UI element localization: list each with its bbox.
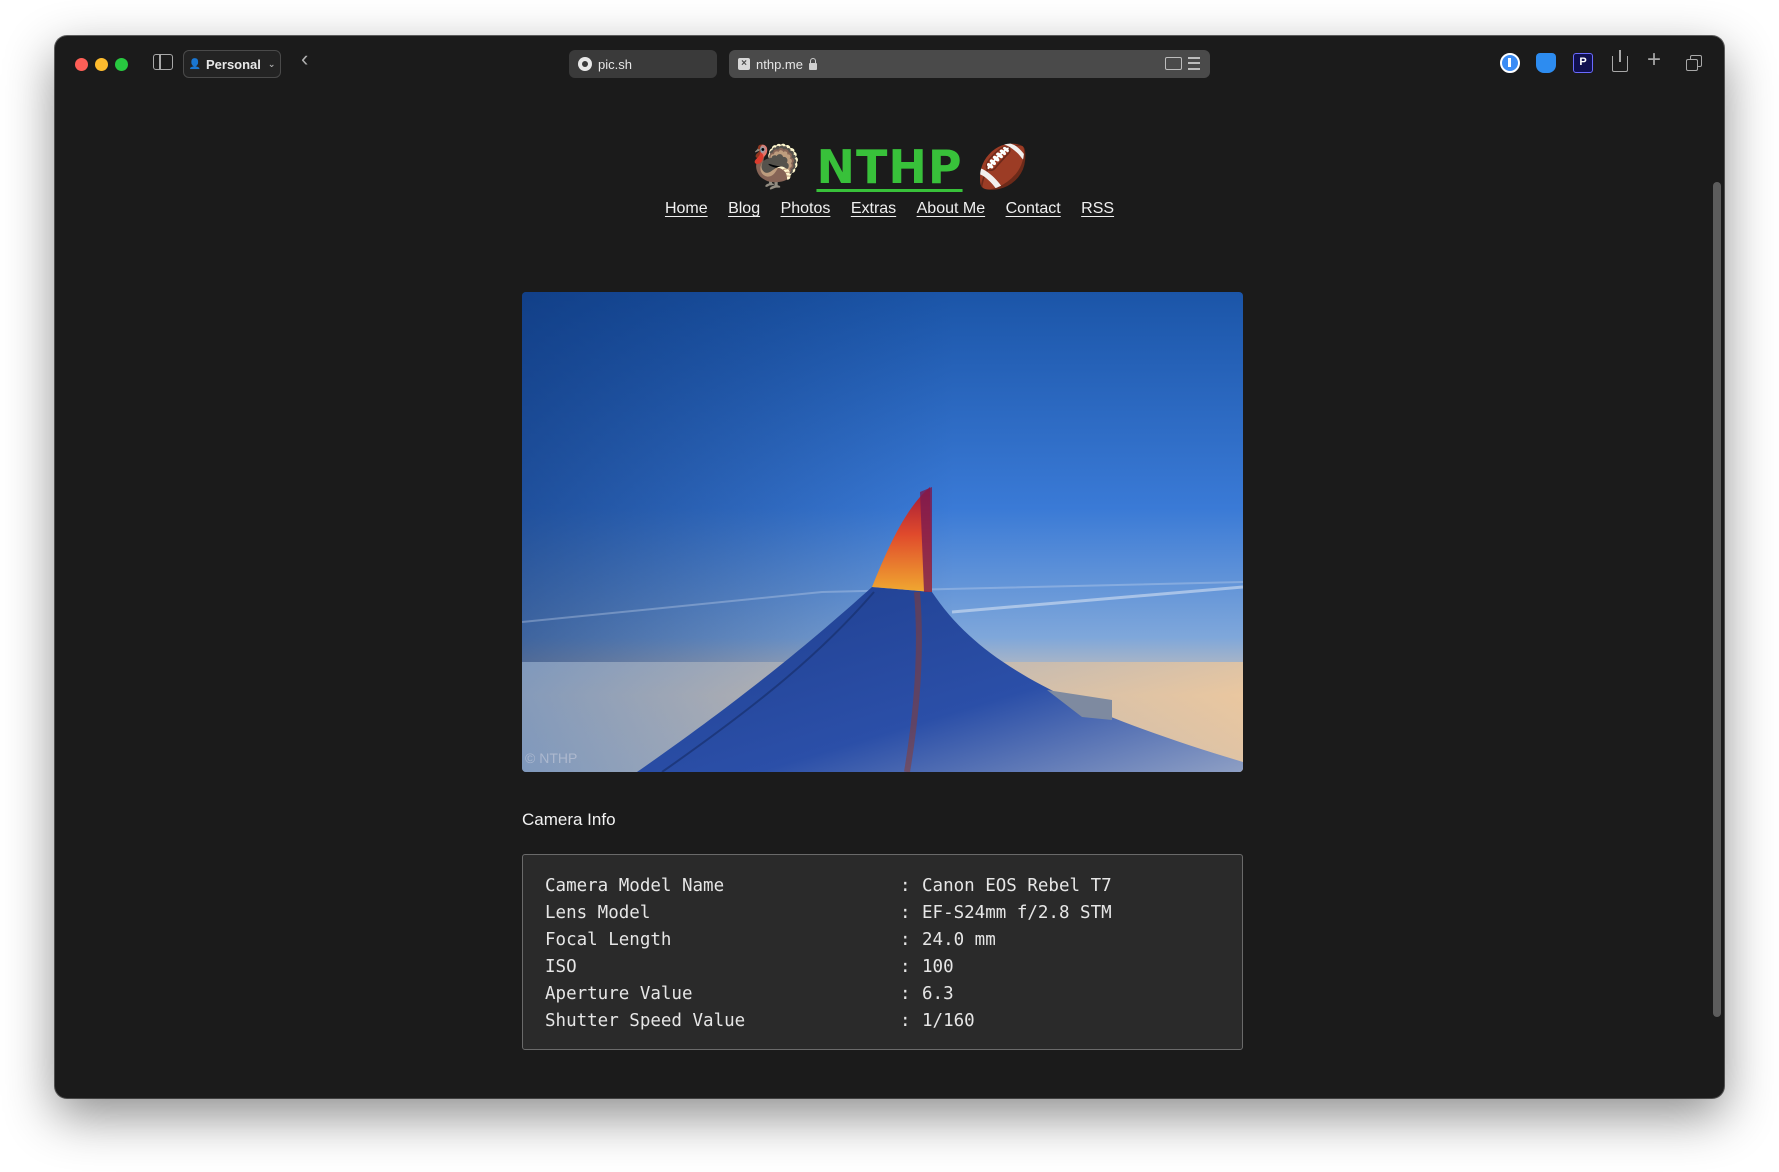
site-nav: Home Blog Photos Extras About Me Contact… bbox=[55, 200, 1724, 218]
tab-nthp-me[interactable]: × nthp.me bbox=[729, 50, 1210, 78]
camera-info-value: Canon EOS Rebel T7 bbox=[922, 876, 1112, 896]
nav-rss[interactable]: RSS bbox=[1081, 200, 1114, 217]
camera-info-value: 24.0 mm bbox=[922, 930, 996, 950]
camera-info-value: 100 bbox=[922, 957, 954, 977]
browser-toolbar: 👤 Personal ⌄ ‹ pic.sh × nthp.me P + bbox=[55, 36, 1724, 92]
camera-info-key: Aperture Value bbox=[545, 984, 693, 1004]
new-tab-icon[interactable]: + bbox=[1647, 48, 1661, 72]
airplane-wing-photo: © NTHP bbox=[522, 292, 1243, 772]
tab-pic-sh[interactable]: pic.sh bbox=[569, 50, 717, 78]
profile-label: Personal bbox=[205, 56, 261, 72]
tab-label: pic.sh bbox=[598, 56, 632, 72]
browser-window: 👤 Personal ⌄ ‹ pic.sh × nthp.me P + 🦃 NT… bbox=[55, 36, 1724, 1098]
shield-extension-icon[interactable] bbox=[1536, 53, 1556, 73]
camera-info-key: Camera Model Name bbox=[545, 876, 725, 896]
tab-label: nthp.me bbox=[756, 56, 803, 72]
nav-contact[interactable]: Contact bbox=[1006, 200, 1061, 217]
p-extension-icon[interactable]: P bbox=[1573, 53, 1593, 73]
camera-info-row: Focal Length:24.0 mm bbox=[545, 927, 1220, 954]
password-manager-extension-icon[interactable] bbox=[1500, 53, 1520, 73]
github-icon bbox=[578, 57, 592, 71]
camera-info-row: Aperture Value:6.3 bbox=[545, 981, 1220, 1008]
back-arrow-icon[interactable]: ‹ bbox=[301, 48, 308, 70]
nav-extras[interactable]: Extras bbox=[851, 200, 896, 217]
translate-icon[interactable] bbox=[1165, 57, 1182, 70]
nav-photos[interactable]: Photos bbox=[781, 200, 831, 217]
camera-info-value: 6.3 bbox=[922, 984, 954, 1004]
camera-info-value: 1/160 bbox=[922, 1011, 975, 1031]
page-content: 🦃 NTHP 🏈 Home Blog Photos Extras About M… bbox=[55, 92, 1724, 1098]
sidebar-toggle-icon[interactable] bbox=[153, 54, 173, 70]
camera-info-row: ISO:100 bbox=[545, 954, 1220, 981]
lock-icon bbox=[808, 57, 817, 70]
camera-info-key: Shutter Speed Value bbox=[545, 1011, 746, 1031]
camera-info-key: Lens Model bbox=[545, 903, 651, 923]
photo-watermark: © NTHP bbox=[525, 750, 578, 766]
photo-image bbox=[522, 292, 1243, 772]
chevron-down-icon: ⌄ bbox=[267, 58, 276, 69]
site-brand: 🦃 NTHP 🏈 bbox=[750, 140, 1029, 194]
football-icon: 🏈 bbox=[976, 143, 1029, 190]
nav-blog[interactable]: Blog bbox=[728, 200, 760, 217]
site-title-link[interactable]: NTHP bbox=[816, 140, 962, 194]
camera-info-key: ISO bbox=[545, 957, 577, 977]
site-favicon-icon: × bbox=[738, 58, 750, 70]
camera-info-value: EF-S24mm f/2.8 STM bbox=[922, 903, 1112, 923]
site-header: 🦃 NTHP 🏈 bbox=[55, 140, 1724, 194]
camera-info-heading: Camera Info bbox=[522, 810, 616, 829]
nav-home[interactable]: Home bbox=[665, 200, 708, 217]
profile-switcher[interactable]: 👤 Personal ⌄ bbox=[183, 50, 281, 78]
camera-info-row: Lens Model: EF-S24mm f/2.8 STM bbox=[545, 900, 1220, 927]
camera-info-row: Shutter Speed Value:1/160 bbox=[545, 1008, 1220, 1035]
camera-info-box: Camera Model Name: Canon EOS Rebel T7 Len… bbox=[522, 854, 1243, 1050]
share-icon[interactable] bbox=[1612, 50, 1628, 72]
camera-info-row: Camera Model Name: Canon EOS Rebel T7 bbox=[545, 873, 1220, 900]
close-window-button[interactable] bbox=[75, 58, 88, 71]
nav-about-me[interactable]: About Me bbox=[917, 200, 985, 217]
tab-overview-icon[interactable] bbox=[1686, 55, 1702, 71]
minimize-window-button[interactable] bbox=[95, 58, 108, 71]
camera-info-key: Focal Length bbox=[545, 930, 672, 950]
reader-mode-icon[interactable] bbox=[1188, 57, 1200, 70]
zoom-window-button[interactable] bbox=[115, 58, 128, 71]
scrollbar[interactable] bbox=[1713, 182, 1721, 1017]
turkey-icon: 🦃 bbox=[750, 143, 803, 190]
person-icon: 👤 bbox=[188, 58, 201, 70]
